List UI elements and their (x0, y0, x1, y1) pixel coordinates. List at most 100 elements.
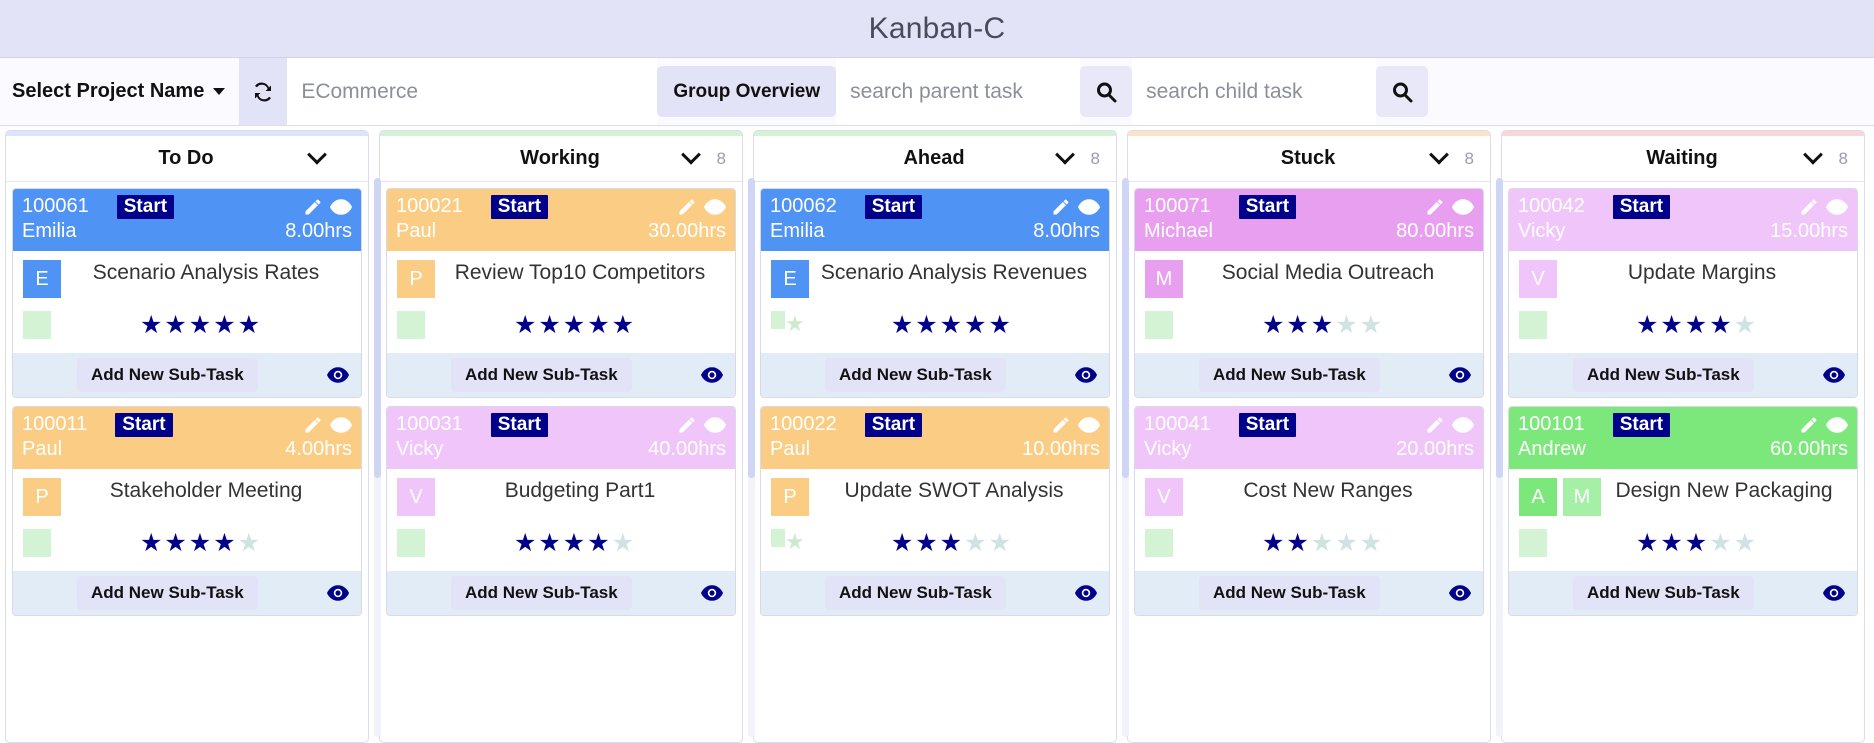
star-5[interactable]: ★ (1734, 311, 1758, 339)
task-card[interactable]: 100062 Start Emilia 8.00hrs E Scenario Analys… (760, 188, 1110, 398)
start-badge[interactable]: Start (864, 412, 923, 437)
star-rating[interactable]: ★★★★★ (1173, 529, 1473, 557)
column-header[interactable]: Stuck 8 (1128, 136, 1490, 182)
task-card[interactable]: 100042 Start Vicky 15.00hrs V Update Margins ★… (1508, 188, 1858, 398)
star-3[interactable]: ★ (940, 529, 964, 557)
task-card[interactable]: 100022 Start Paul 10.00hrs P Update SWOT Anal… (760, 406, 1110, 616)
view-eye-icon[interactable] (1078, 198, 1100, 215)
add-new-sub-task-button[interactable]: Add New Sub-Task (1199, 358, 1380, 392)
star-rating[interactable]: ★★★★★ (425, 529, 725, 557)
star-3[interactable]: ★ (1311, 529, 1335, 557)
view-eye-icon[interactable] (1826, 416, 1848, 433)
star-4[interactable]: ★ (213, 529, 237, 557)
star-1[interactable]: ★ (140, 311, 164, 339)
subtask-view-eye-icon[interactable] (1074, 367, 1097, 383)
star-5[interactable]: ★ (612, 311, 636, 339)
star-4[interactable]: ★ (964, 529, 988, 557)
star-5[interactable]: ★ (1360, 311, 1384, 339)
task-card[interactable]: 100011 Start Paul 4.00hrs P Stakeholder Meeti… (12, 406, 362, 616)
star-3[interactable]: ★ (563, 529, 587, 557)
subtask-view-eye-icon[interactable] (1448, 585, 1471, 601)
star-2[interactable]: ★ (915, 311, 939, 339)
column-scrollbar[interactable] (1122, 178, 1129, 737)
view-eye-icon[interactable] (330, 416, 352, 433)
star-1[interactable]: ★ (1636, 311, 1660, 339)
star-5[interactable]: ★ (1734, 529, 1758, 557)
star-rating[interactable]: ★★★★★ (425, 311, 725, 339)
subtask-view-eye-icon[interactable] (700, 367, 723, 383)
task-card[interactable]: 100061 Start Emilia 8.00hrs E Scenario Analys… (12, 188, 362, 398)
task-card[interactable]: 100031 Start Vicky 40.00hrs V Budgeting Part1… (386, 406, 736, 616)
view-eye-icon[interactable] (1826, 198, 1848, 215)
subtask-view-eye-icon[interactable] (1822, 367, 1845, 383)
add-new-sub-task-button[interactable]: Add New Sub-Task (77, 358, 258, 392)
chevron-down-icon[interactable] (1429, 144, 1449, 165)
star-rating[interactable]: ★★★★★ (51, 311, 351, 339)
star-rating[interactable]: ★★★★★ (805, 311, 1099, 339)
star-2[interactable]: ★ (164, 529, 188, 557)
add-new-sub-task-button[interactable]: Add New Sub-Task (77, 576, 258, 610)
add-new-sub-task-button[interactable]: Add New Sub-Task (825, 576, 1006, 610)
chevron-down-icon[interactable] (307, 144, 327, 165)
task-card[interactable]: 100041 Start Vicky 20.00hrs V Cost New Ranges… (1134, 406, 1484, 616)
view-eye-icon[interactable] (704, 416, 726, 433)
star-1[interactable]: ★ (891, 311, 915, 339)
star-3[interactable]: ★ (563, 311, 587, 339)
view-eye-icon[interactable] (1452, 198, 1474, 215)
view-eye-icon[interactable] (1078, 416, 1100, 433)
column-scrollbar[interactable] (1496, 178, 1503, 737)
refresh-button[interactable] (239, 58, 288, 125)
star-2[interactable]: ★ (1286, 311, 1310, 339)
star-3[interactable]: ★ (940, 311, 964, 339)
view-eye-icon[interactable] (330, 198, 352, 215)
star-rating[interactable]: ★★★★★ (1173, 311, 1473, 339)
edit-pencil-icon[interactable] (677, 197, 697, 217)
edit-pencil-icon[interactable] (1425, 415, 1445, 435)
star-2[interactable]: ★ (538, 529, 562, 557)
star-3[interactable]: ★ (1311, 311, 1335, 339)
star-4[interactable]: ★ (964, 311, 988, 339)
start-badge[interactable]: Start (1238, 194, 1297, 219)
star-3[interactable]: ★ (1685, 529, 1709, 557)
star-5[interactable]: ★ (612, 529, 636, 557)
start-badge[interactable]: Start (1612, 412, 1671, 437)
star-4[interactable]: ★ (587, 529, 611, 557)
star-5[interactable]: ★ (238, 311, 262, 339)
star-5[interactable]: ★ (238, 529, 262, 557)
subtask-view-eye-icon[interactable] (1448, 367, 1471, 383)
task-card[interactable]: 100021 Start Paul 30.00hrs P Review Top10 Com… (386, 188, 736, 398)
star-rating[interactable]: ★★★★★ (1547, 311, 1847, 339)
add-new-sub-task-button[interactable]: Add New Sub-Task (451, 576, 632, 610)
add-new-sub-task-button[interactable]: Add New Sub-Task (1199, 576, 1380, 610)
search-child-task-input[interactable]: search child task (1132, 58, 1377, 125)
start-badge[interactable]: Start (1238, 412, 1297, 437)
subtask-view-eye-icon[interactable] (700, 585, 723, 601)
add-new-sub-task-button[interactable]: Add New Sub-Task (1573, 576, 1754, 610)
column-header[interactable]: Working 8 (380, 136, 742, 182)
subtask-view-eye-icon[interactable] (1074, 585, 1097, 601)
start-badge[interactable]: Start (1612, 194, 1671, 219)
star-2[interactable]: ★ (164, 311, 188, 339)
column-header[interactable]: To Do (6, 136, 368, 182)
group-overview-button[interactable]: Group Overview (657, 66, 837, 117)
start-badge[interactable]: Start (116, 194, 175, 219)
star-rating[interactable]: ★★★★★ (1547, 529, 1847, 557)
search-child-button[interactable] (1376, 66, 1429, 117)
star-4[interactable]: ★ (1335, 311, 1359, 339)
add-new-sub-task-button[interactable]: Add New Sub-Task (825, 358, 1006, 392)
star-5[interactable]: ★ (1360, 529, 1384, 557)
subtask-view-eye-icon[interactable] (1822, 585, 1845, 601)
edit-pencil-icon[interactable] (1425, 197, 1445, 217)
start-badge[interactable]: Start (490, 194, 549, 219)
subtask-view-eye-icon[interactable] (326, 367, 349, 383)
star-4[interactable]: ★ (213, 311, 237, 339)
edit-pencil-icon[interactable] (303, 197, 323, 217)
star-1[interactable]: ★ (140, 529, 164, 557)
chevron-down-icon[interactable] (681, 144, 701, 165)
star-2[interactable]: ★ (538, 311, 562, 339)
star-5[interactable]: ★ (989, 529, 1013, 557)
star-rating[interactable]: ★★★★★ (805, 529, 1099, 557)
edit-pencil-icon[interactable] (1799, 415, 1819, 435)
edit-pencil-icon[interactable] (677, 415, 697, 435)
chevron-down-icon[interactable] (1803, 144, 1823, 165)
